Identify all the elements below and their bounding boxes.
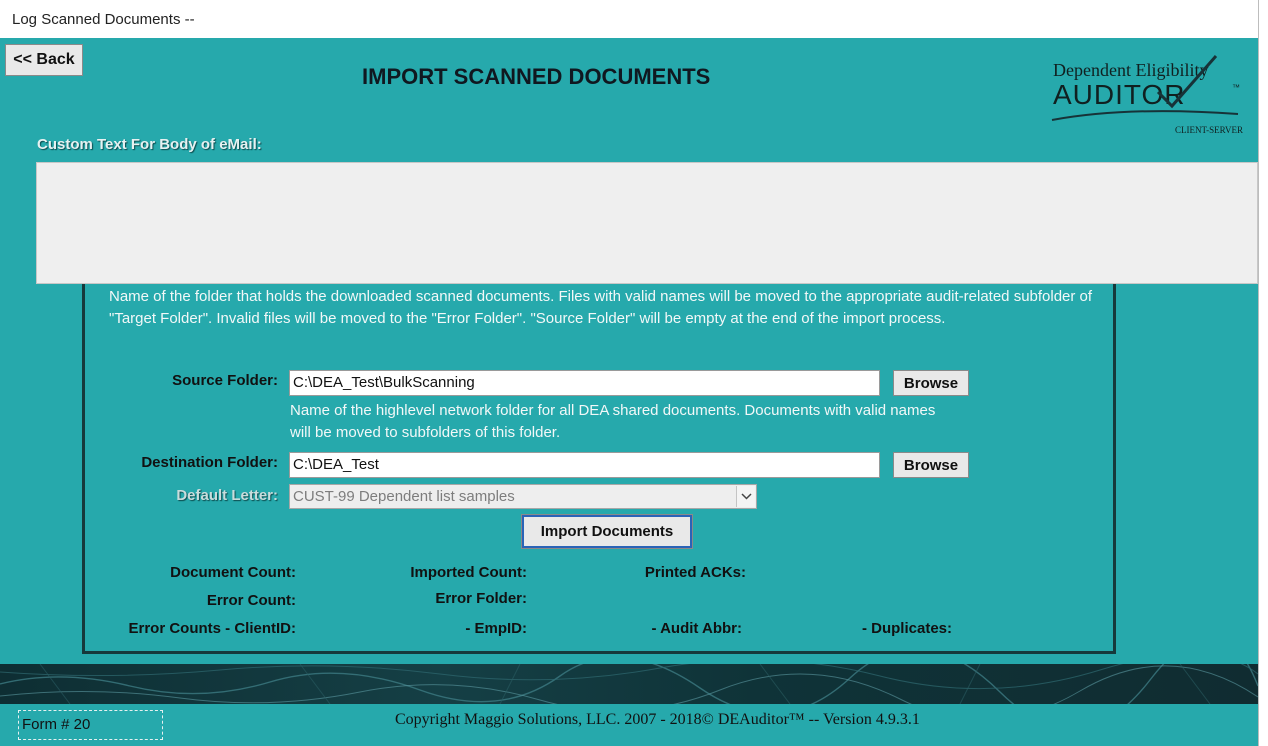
error-folder-label: Error Folder: (435, 590, 527, 607)
back-button[interactable]: << Back (5, 44, 83, 76)
window-title: Log Scanned Documents -- (12, 11, 195, 28)
destination-folder-input[interactable]: C:\DEA_Test (289, 452, 880, 478)
product-logo: Dependent Eligibility AUDITOR ™ CLIENT-S… (1051, 55, 1243, 135)
default-letter-label: Default Letter: (176, 487, 278, 504)
email-body-textarea[interactable] (36, 162, 1258, 284)
copyright-text: Copyright Maggio Solutions, LLC. 2007 - … (395, 711, 920, 728)
decorative-background-strip (0, 664, 1258, 704)
default-letter-value: CUST-99 Dependent list samples (293, 488, 515, 505)
default-letter-select[interactable]: CUST-99 Dependent list samples (289, 484, 757, 509)
window-titlebar: Log Scanned Documents -- (0, 0, 1259, 38)
printed-acks-label: Printed ACKs: (644, 564, 746, 581)
source-folder-label: Source Folder: (172, 372, 278, 389)
chevron-down-icon[interactable] (736, 486, 755, 507)
logo-swoosh (1051, 110, 1239, 121)
duplicates-label: - Duplicates: (861, 620, 952, 637)
window-edge (1258, 0, 1268, 746)
form-number: Form # 20 (18, 710, 163, 740)
source-folder-input[interactable]: C:\DEA_Test\BulkScanning (289, 370, 880, 396)
email-body-label: Custom Text For Body of eMail: (37, 136, 262, 153)
empid-label: - EmpID: (465, 620, 527, 637)
logo-line3: CLIENT-SERVER (1175, 125, 1243, 135)
import-documents-button[interactable]: Import Documents (521, 514, 693, 549)
imported-count-label: Imported Count: (410, 564, 527, 581)
audit-abbr-label: - Audit Abbr: (651, 620, 742, 637)
logo-tm: ™ (1232, 83, 1240, 92)
source-folder-description: Name of the folder that holds the downlo… (109, 288, 1093, 327)
logo-line2: AUDITOR (1053, 79, 1186, 110)
form-body: << Back IMPORT SCANNED DOCUMENTS Depende… (0, 38, 1258, 746)
destination-folder-label: Destination Folder: (141, 454, 278, 471)
destination-folder-description: Name of the highlevel network folder for… (290, 402, 936, 441)
document-count-label: Document Count: (170, 564, 296, 581)
error-count-label: Error Count: (206, 592, 296, 609)
browse-destination-button[interactable]: Browse (893, 452, 969, 478)
logo-line1: Dependent Eligibility (1053, 60, 1208, 80)
error-counts-clientid-label: Error Counts - ClientID: (128, 620, 297, 637)
page-title: IMPORT SCANNED DOCUMENTS (362, 64, 711, 89)
browse-source-button[interactable]: Browse (893, 370, 969, 396)
